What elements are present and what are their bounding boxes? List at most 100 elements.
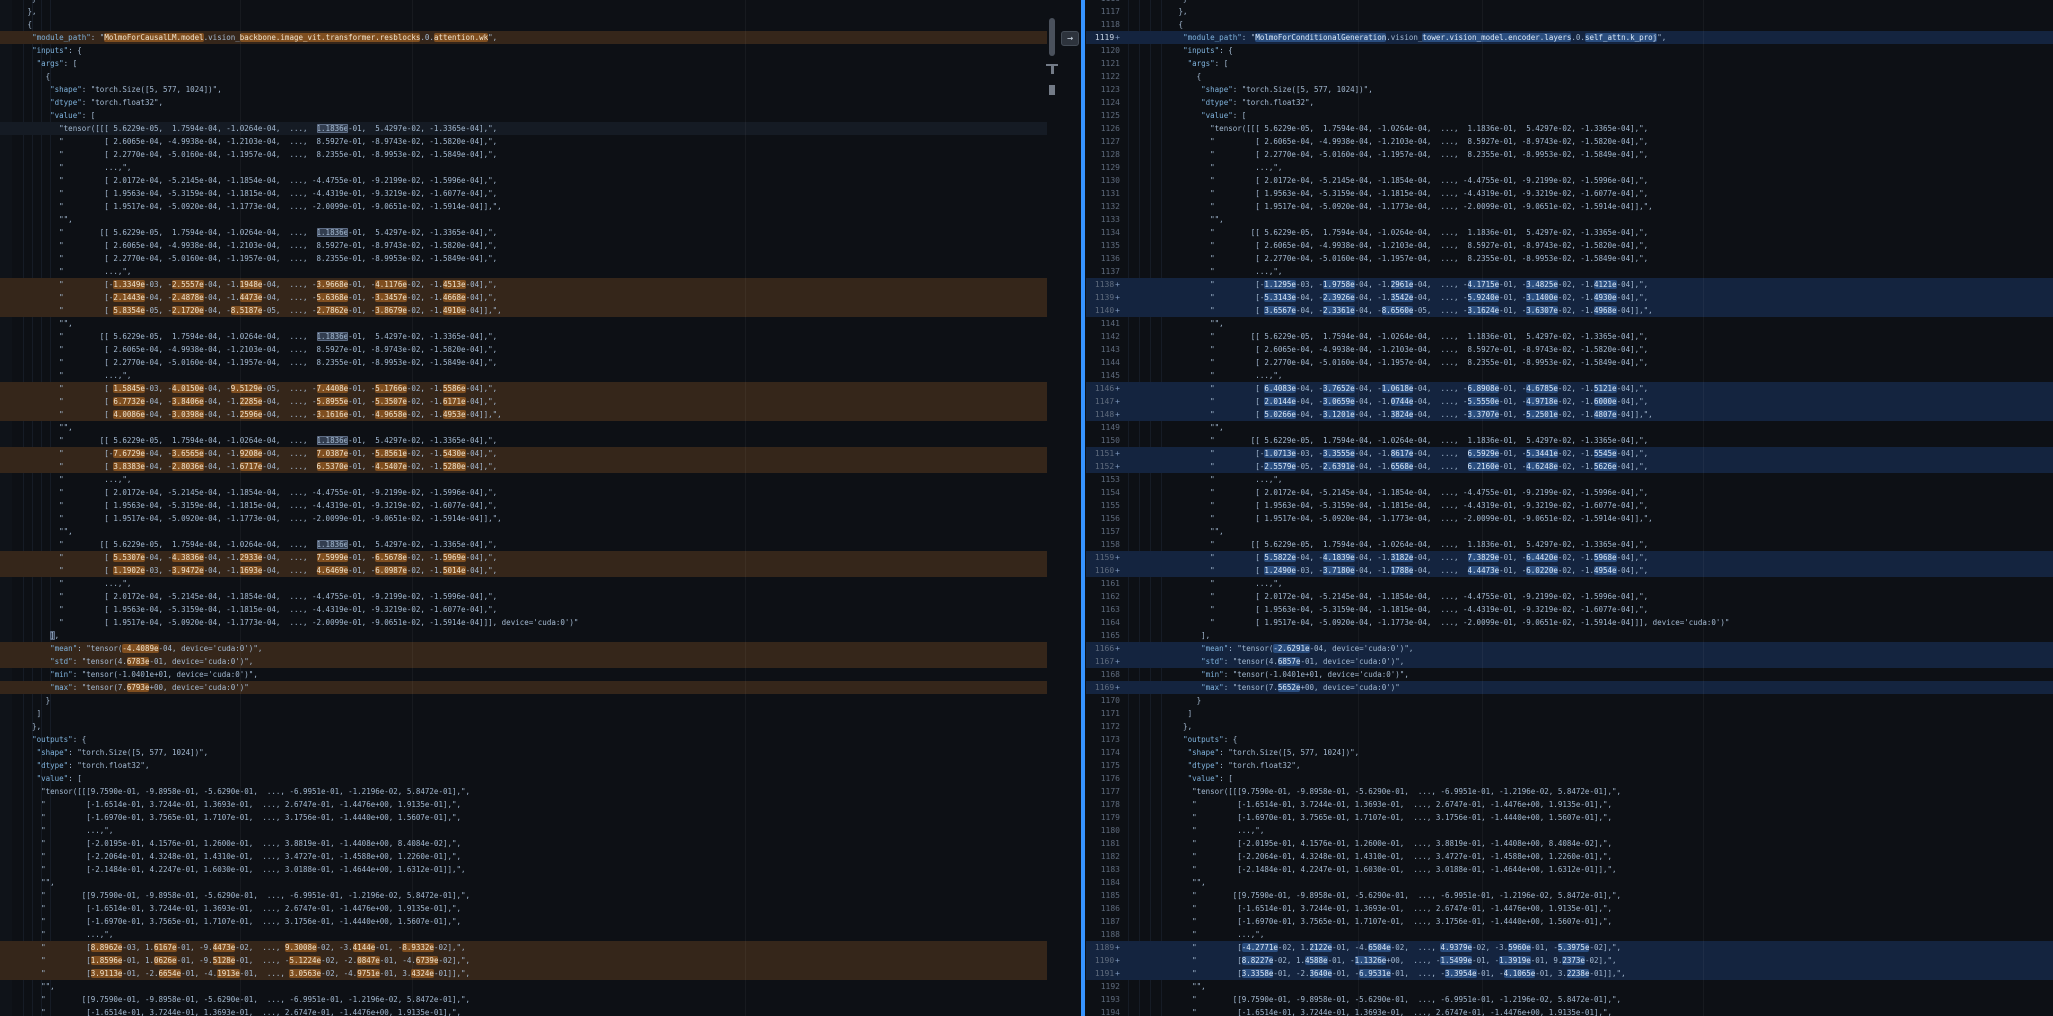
code-line[interactable]: 1134 " [[ 5.6229e-05, 1.7594e-04, -1.026… — [1086, 226, 2053, 239]
code-line[interactable]: " [ 2.0172e-04, -5.2145e-04, -1.1854e-04… — [0, 174, 1047, 187]
code-line[interactable]: 1158 " [[ 5.6229e-05, 1.7594e-04, -1.026… — [1086, 538, 2053, 551]
code-line[interactable]: "max": "tensor(7.6793e+00, device='cuda:… — [0, 681, 1047, 694]
code-line[interactable]: 1145 " ...,", — [1086, 369, 2053, 382]
code-line[interactable]: 1178 " [-1.6514e-01, 3.7244e-01, 1.3693e… — [1086, 798, 2053, 811]
left-scrollbar[interactable] — [1045, 0, 1059, 1016]
code-line[interactable]: " [ 2.2770e-04, -5.0160e-04, -1.1957e-04… — [0, 356, 1047, 369]
code-line[interactable]: 1170 } — [1086, 694, 2053, 707]
code-line[interactable]: "inputs": { — [0, 44, 1047, 57]
code-line[interactable]: 1175 "dtype": "torch.float32", — [1086, 759, 2053, 772]
code-line[interactable]: "mean": "tensor(-4.4089e-04, device='cud… — [0, 642, 1047, 655]
code-line[interactable]: 1122 { — [1086, 70, 2053, 83]
code-line[interactable]: " [-2.1484e-01, 4.2247e-01, 1.6030e-01, … — [0, 863, 1047, 876]
code-line[interactable]: "args": [ — [0, 57, 1047, 70]
code-line[interactable]: "shape": "torch.Size([5, 577, 1024])", — [0, 83, 1047, 96]
code-line[interactable]: ], — [0, 629, 1047, 642]
code-line[interactable]: " ...,", — [0, 577, 1047, 590]
code-line[interactable]: ] — [0, 707, 1047, 720]
code-line[interactable]: 1187 " [-1.6970e-01, 3.7565e-01, 1.7107e… — [1086, 915, 2053, 928]
code-line[interactable]: 1192 "", — [1086, 980, 2053, 993]
code-line[interactable]: " [-2.2064e-01, 4.3248e-01, 1.4310e-01, … — [0, 850, 1047, 863]
code-line[interactable]: " [ 6.7732e-04, -3.8406e-04, -1.2285e-04… — [0, 395, 1047, 408]
code-line[interactable]: " [ 2.0172e-04, -5.2145e-04, -1.1854e-04… — [0, 486, 1047, 499]
code-line[interactable]: 1167+ "std": "tensor(4.6857e-01, device=… — [1086, 655, 2053, 668]
code-line[interactable]: " [ 2.6065e-04, -4.9938e-04, -1.2103e-04… — [0, 135, 1047, 148]
code-line[interactable]: 1156 " [ 1.9517e-04, -5.0920e-04, -1.177… — [1086, 512, 2053, 525]
code-line[interactable]: 1191+ " [3.3358e-01, -2.3640e-01, -6.953… — [1086, 967, 2053, 980]
code-line[interactable]: "value": [ — [0, 772, 1047, 785]
code-line[interactable]: 1136 " [ 2.2770e-04, -5.0160e-04, -1.195… — [1086, 252, 2053, 265]
code-line[interactable]: " [ 2.2770e-04, -5.0160e-04, -1.1957e-04… — [0, 148, 1047, 161]
code-line[interactable]: 1117 }, — [1086, 5, 2053, 18]
code-line[interactable]: " [[9.7590e-01, -9.8958e-01, -5.6290e-01… — [0, 993, 1047, 1006]
code-line[interactable]: 1132 " [ 1.9517e-04, -5.0920e-04, -1.177… — [1086, 200, 2053, 213]
code-line[interactable]: 1179 " [-1.6970e-01, 3.7565e-01, 1.7107e… — [1086, 811, 2053, 824]
code-line[interactable]: 1163 " [ 1.9563e-04, -5.3159e-04, -1.181… — [1086, 603, 2053, 616]
code-line[interactable]: " [ 5.5307e-04, -4.3836e-04, -1.2933e-04… — [0, 551, 1047, 564]
code-line[interactable]: 1149 "", — [1086, 421, 2053, 434]
code-line[interactable]: 1188 " ...,", — [1086, 928, 2053, 941]
code-line[interactable]: " [-1.3349e-03, -2.5557e-04, -1.1948e-04… — [0, 278, 1047, 291]
code-line[interactable]: 1157 "", — [1086, 525, 2053, 538]
code-line[interactable]: 1154 " [ 2.0172e-04, -5.2145e-04, -1.185… — [1086, 486, 2053, 499]
code-line[interactable]: "", — [0, 525, 1047, 538]
code-line[interactable]: " [-1.6514e-01, 3.7244e-01, 1.3693e-01, … — [0, 902, 1047, 915]
code-line[interactable]: " [-1.6970e-01, 3.7565e-01, 1.7107e-01, … — [0, 915, 1047, 928]
code-line[interactable]: " [ 2.6065e-04, -4.9938e-04, -1.2103e-04… — [0, 343, 1047, 356]
code-line[interactable]: " [-1.6970e-01, 3.7565e-01, 1.7107e-01, … — [0, 811, 1047, 824]
code-line[interactable]: " ...,", — [0, 824, 1047, 837]
code-line[interactable]: 1146+ " [ 6.4083e-04, -3.7652e-04, -1.06… — [1086, 382, 2053, 395]
code-line[interactable]: 1176 "value": [ — [1086, 772, 2053, 785]
code-line[interactable]: " [ 5.8354e-05, -2.1720e-04, -8.5187e-05… — [0, 304, 1047, 317]
code-line[interactable]: " [-2.0195e-01, 4.1576e-01, 1.2600e-01, … — [0, 837, 1047, 850]
code-line[interactable]: 1118 { — [1086, 18, 2053, 31]
code-line[interactable]: 1153 " ...,", — [1086, 473, 2053, 486]
code-line[interactable]: 1119+ "module_path": "MolmoForConditiona… — [1086, 31, 2053, 44]
code-line[interactable]: 1124 "dtype": "torch.float32", — [1086, 96, 2053, 109]
code-line[interactable]: " [-1.6514e-01, 3.7244e-01, 1.3693e-01, … — [0, 798, 1047, 811]
code-line[interactable]: 1183 " [-2.1484e-01, 4.2247e-01, 1.6030e… — [1086, 863, 2053, 876]
code-line[interactable]: 1161 " ...,", — [1086, 577, 2053, 590]
code-line[interactable]: " [3.9113e-01, -2.6654e-01, -4.1913e-01,… — [0, 967, 1047, 980]
code-line[interactable]: " [ 2.6065e-04, -4.9938e-04, -1.2103e-04… — [0, 239, 1047, 252]
code-line[interactable]: 1140+ " [ 3.6567e-04, -2.3361e-04, -8.65… — [1086, 304, 2053, 317]
code-line[interactable]: " [-1.6514e-01, 3.7244e-01, 1.3693e-01, … — [0, 1006, 1047, 1016]
code-line[interactable]: 1121 "args": [ — [1086, 57, 2053, 70]
original-code[interactable]: } }, { "module_path": "MolmoForCausalLM.… — [0, 0, 1047, 1016]
code-line[interactable]: " [ 1.5845e-03, -4.0150e-04, -9.5129e-05… — [0, 382, 1047, 395]
copy-change-arrow-button[interactable]: → — [1061, 31, 1079, 46]
code-line[interactable]: "tensor([[[9.7590e-01, -9.8958e-01, -5.6… — [0, 785, 1047, 798]
code-line[interactable]: }, — [0, 5, 1047, 18]
code-line[interactable]: 1173 "outputs": { — [1086, 733, 2053, 746]
code-line[interactable]: 1185 " [[9.7590e-01, -9.8958e-01, -5.629… — [1086, 889, 2053, 902]
code-line[interactable]: " [ 2.2770e-04, -5.0160e-04, -1.1957e-04… — [0, 252, 1047, 265]
code-line[interactable]: "", — [0, 980, 1047, 993]
code-line[interactable]: 1184 "", — [1086, 876, 2053, 889]
code-line[interactable]: "tensor([[[ 5.6229e-05, 1.7594e-04, -1.0… — [0, 122, 1047, 135]
code-line[interactable]: "module_path": "MolmoForCausalLM.model.v… — [0, 31, 1047, 44]
code-line[interactable]: 1177 "tensor([[[9.7590e-01, -9.8958e-01,… — [1086, 785, 2053, 798]
code-line[interactable]: 1129 " ...,", — [1086, 161, 2053, 174]
code-line[interactable]: 1127 " [ 2.6065e-04, -4.9938e-04, -1.210… — [1086, 135, 2053, 148]
code-line[interactable]: "min": "tensor(-1.0401e+01, device='cuda… — [0, 668, 1047, 681]
code-line[interactable]: " [ 1.9563e-04, -5.3159e-04, -1.1815e-04… — [0, 603, 1047, 616]
code-line[interactable]: 1125 "value": [ — [1086, 109, 2053, 122]
code-line[interactable]: 1189+ " [-4.2771e-02, 1.2122e-01, -4.650… — [1086, 941, 2053, 954]
code-line[interactable]: 1182 " [-2.2064e-01, 4.3248e-01, 1.4310e… — [1086, 850, 2053, 863]
code-line[interactable]: 1194 " [-1.6514e-01, 3.7244e-01, 1.3693e… — [1086, 1006, 2053, 1016]
code-line[interactable]: 1143 " [ 2.6065e-04, -4.9938e-04, -1.210… — [1086, 343, 2053, 356]
code-line[interactable]: 1144 " [ 2.2770e-04, -5.0160e-04, -1.195… — [1086, 356, 2053, 369]
code-line[interactable]: } — [0, 694, 1047, 707]
code-line[interactable]: 1181 " [-2.0195e-01, 4.1576e-01, 1.2600e… — [1086, 837, 2053, 850]
code-line[interactable]: " [[ 5.6229e-05, 1.7594e-04, -1.0264e-04… — [0, 226, 1047, 239]
code-line[interactable]: 1174 "shape": "torch.Size([5, 577, 1024]… — [1086, 746, 2053, 759]
code-line[interactable]: " [ 1.9517e-04, -5.0920e-04, -1.1773e-04… — [0, 512, 1047, 525]
code-line[interactable]: " [1.8596e-01, 1.0626e-01, -9.5128e-01, … — [0, 954, 1047, 967]
code-line[interactable]: 1138+ " [-1.1295e-03, -1.9758e-04, -1.29… — [1086, 278, 2053, 291]
code-line[interactable]: 1141 "", — [1086, 317, 2053, 330]
code-line[interactable]: "shape": "torch.Size([5, 577, 1024])", — [0, 746, 1047, 759]
code-line[interactable]: " [ 2.0172e-04, -5.2145e-04, -1.1854e-04… — [0, 590, 1047, 603]
code-line[interactable]: 1130 " [ 2.0172e-04, -5.2145e-04, -1.185… — [1086, 174, 2053, 187]
code-line[interactable]: 1133 "", — [1086, 213, 2053, 226]
code-line[interactable]: 1151+ " [-1.0713e-03, -3.3555e-04, -1.86… — [1086, 447, 2053, 460]
